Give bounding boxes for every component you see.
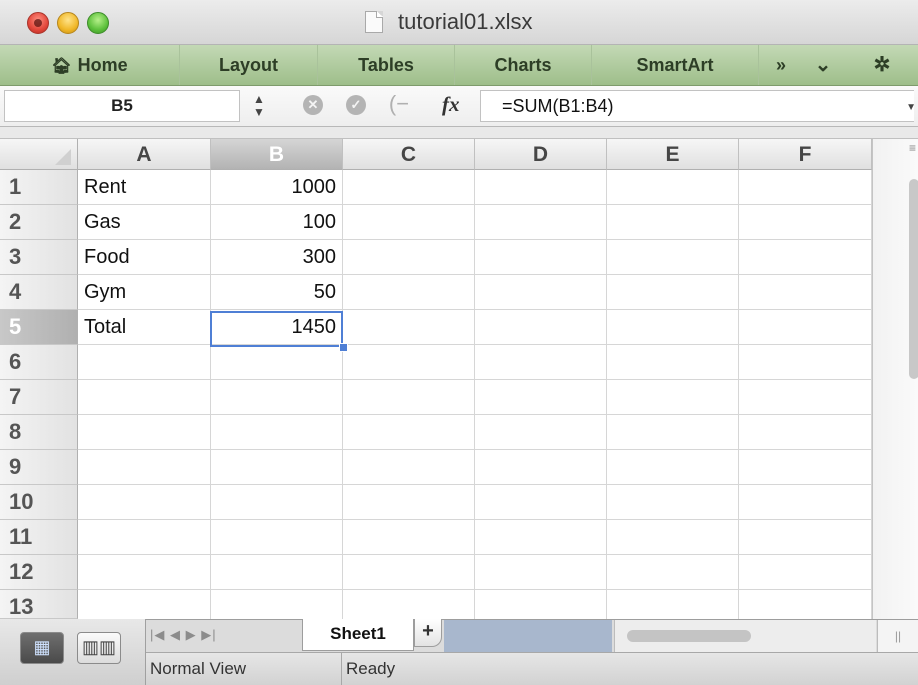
row-header-5[interactable]: 5 <box>0 310 78 345</box>
ribbon-collapse-icon[interactable]: ⌄ <box>803 45 843 85</box>
home-icon: 🏠︎ <box>51 58 72 75</box>
status-view-mode: Normal View <box>146 653 342 685</box>
vertical-scroll-thumb[interactable] <box>909 179 918 379</box>
confirm-formula-icon[interactable]: ✓ <box>346 95 366 115</box>
add-sheet-button[interactable]: + <box>414 619 442 647</box>
row-header-7[interactable]: 7 <box>0 380 78 415</box>
column-header-b[interactable]: B <box>211 139 343 170</box>
formula-input[interactable]: =SUM(B1:B4) <box>480 90 914 122</box>
cell-a5[interactable]: Total <box>78 310 210 345</box>
vertical-scrollbar[interactable]: ≡ <box>872 139 918 619</box>
cell-a1[interactable]: Rent <box>78 170 210 205</box>
ribbon-tabs: 🏠︎ Home Layout Tables Charts SmartArt » ⌄… <box>0 45 918 86</box>
horizontal-scrollbar[interactable] <box>614 620 876 652</box>
status-text: Ready <box>346 659 396 678</box>
ribbon-overflow-icon[interactable]: » <box>759 45 803 85</box>
document-icon <box>365 11 383 33</box>
tab-layout[interactable]: Layout <box>180 45 318 85</box>
row-header-1[interactable]: 1 <box>0 170 78 205</box>
select-all-button[interactable] <box>0 139 78 170</box>
tab-charts[interactable]: Charts <box>455 45 592 85</box>
normal-view-button[interactable]: ▦ <box>20 632 64 664</box>
title-bar: tutorial01.xlsx <box>0 0 918 45</box>
column-header-a[interactable]: A <box>78 139 211 170</box>
split-handle-icon[interactable]: || <box>877 620 918 652</box>
grid-line <box>78 519 872 520</box>
name-box-stepper-icon[interactable]: ▲ ▼ <box>252 93 266 119</box>
tab-home[interactable]: 🏠︎ Home <box>0 45 180 85</box>
cell-b3[interactable]: 300 <box>210 240 342 275</box>
grid-line <box>738 170 739 619</box>
column-header-d[interactable]: D <box>475 139 607 170</box>
cell-b4[interactable]: 50 <box>210 275 342 310</box>
previous-sheet-icon[interactable]: ◀ <box>170 627 181 642</box>
cell-a4[interactable]: Gym <box>78 275 210 310</box>
cell-b1[interactable]: 1000 <box>210 170 342 205</box>
row-header-3[interactable]: 3 <box>0 240 78 275</box>
gear-icon[interactable]: ✲ <box>862 45 902 85</box>
cell-grid[interactable]: Rent 1000 Gas 100 Food 300 Gym 50 Total … <box>78 170 918 619</box>
close-window-button[interactable] <box>27 12 49 34</box>
cell-a3[interactable]: Food <box>78 240 210 275</box>
row-header-4[interactable]: 4 <box>0 275 78 310</box>
row-header-10[interactable]: 10 <box>0 485 78 520</box>
row-header-12[interactable]: 12 <box>0 555 78 590</box>
formula-bar: B5 ▲ ▼ ✕ ✓ (− fx =SUM(B1:B4) ▼ <box>0 86 918 127</box>
sheet-tab-filler <box>444 620 612 652</box>
grid-line <box>78 379 872 380</box>
status-bar: Normal View Ready <box>146 652 918 685</box>
excel-window: tutorial01.xlsx 🏠︎ Home Layout Tables Cha… <box>0 0 918 685</box>
last-sheet-icon[interactable]: ▶| <box>201 627 216 642</box>
row-header-8[interactable]: 8 <box>0 415 78 450</box>
row-header-6[interactable]: 6 <box>0 345 78 380</box>
name-box[interactable]: B5 <box>4 90 240 122</box>
sheet-tab-sheet1[interactable]: Sheet1 <box>302 619 414 651</box>
first-sheet-icon[interactable]: |◀ <box>150 627 165 642</box>
column-header-e[interactable]: E <box>607 139 739 170</box>
fill-handle[interactable] <box>339 343 348 352</box>
window-title: tutorial01.xlsx <box>398 9 533 34</box>
row-header-11[interactable]: 11 <box>0 520 78 555</box>
grid-line <box>78 589 872 590</box>
sheet-navigation-arrows[interactable]: |◀ ◀ ▶ ▶| <box>150 627 270 647</box>
minimize-window-button[interactable] <box>57 12 79 34</box>
horizontal-scroll-thumb[interactable] <box>627 630 751 642</box>
active-cell-outline <box>210 311 343 347</box>
page-layout-view-button[interactable]: ▥▥ <box>77 632 121 664</box>
chevron-down-icon[interactable]: ▼ <box>906 102 916 113</box>
view-buttons: ▦ ▥▥ <box>0 619 146 685</box>
grid-line <box>78 484 872 485</box>
grid-line <box>78 554 872 555</box>
split-handle-icon[interactable]: ≡ <box>909 142 918 154</box>
tab-tables[interactable]: Tables <box>318 45 455 85</box>
row-header-13[interactable]: 13 <box>0 590 78 619</box>
grid-line <box>78 449 872 450</box>
cell-a2[interactable]: Gas <box>78 205 210 240</box>
column-header-f[interactable]: F <box>739 139 872 170</box>
column-header-c[interactable]: C <box>343 139 475 170</box>
zoom-window-button[interactable] <box>87 12 109 34</box>
grid-line <box>474 170 475 619</box>
grid-line <box>342 170 343 619</box>
grid-line <box>78 414 872 415</box>
cell-b2[interactable]: 100 <box>210 205 342 240</box>
tab-smartart[interactable]: SmartArt <box>592 45 759 85</box>
grid-line <box>606 170 607 619</box>
row-header-9[interactable]: 9 <box>0 450 78 485</box>
formula-builder-icon[interactable]: (− <box>386 93 412 115</box>
next-sheet-icon[interactable]: ▶ <box>186 627 197 642</box>
toolbar-separator <box>0 127 918 139</box>
cancel-formula-icon[interactable]: ✕ <box>303 95 323 115</box>
row-header-2[interactable]: 2 <box>0 205 78 240</box>
insert-function-icon[interactable]: fx <box>442 92 460 117</box>
